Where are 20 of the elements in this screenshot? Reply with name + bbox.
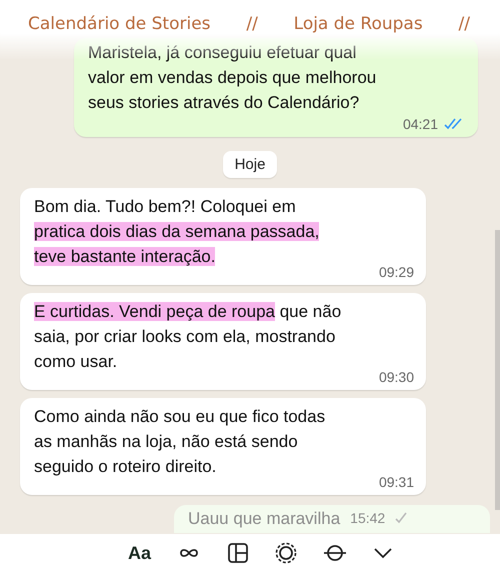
- header-title: Loja de Roupas: [294, 14, 423, 36]
- message-time: 04:21: [402, 116, 438, 132]
- message-text: E curtidas. Vendi peça de roupa que não saia, por criar looks com ela, mostrando como usar.: [34, 301, 342, 373]
- header-title: Calendário de Stories: [28, 14, 211, 36]
- text-style-button[interactable]: Aa: [128, 542, 152, 564]
- date-chip: Hoje: [222, 151, 278, 178]
- message-time: 09:31: [378, 474, 414, 490]
- message-time: 09:30: [378, 369, 414, 385]
- strikethrough-circle-icon[interactable]: [323, 542, 348, 564]
- message-text: Uauu que maravilha: [188, 508, 340, 530]
- message-time: 15:42: [350, 510, 386, 526]
- message-text: Maristela, já conseguiu efetuar qual valor em vendas depois que melhorou seus stories através do Calendário?: [88, 42, 378, 114]
- message-text: Bom dia. Tudo bem?! Coloquei em pratica dois dias da semana passada, teve bastante interação.: [34, 196, 320, 268]
- separator-text: //: [246, 14, 258, 36]
- message-text: Como ainda não sou eu que fico todas as manhãs na loja, não está sendo seguido o roteiro direito.: [34, 406, 326, 478]
- layout-icon[interactable]: [227, 542, 250, 564]
- dashed-circle-icon[interactable]: [275, 542, 298, 564]
- message-time: 09:29: [378, 264, 414, 280]
- chevron-down-icon[interactable]: [373, 547, 394, 559]
- separator-text: //: [458, 14, 470, 36]
